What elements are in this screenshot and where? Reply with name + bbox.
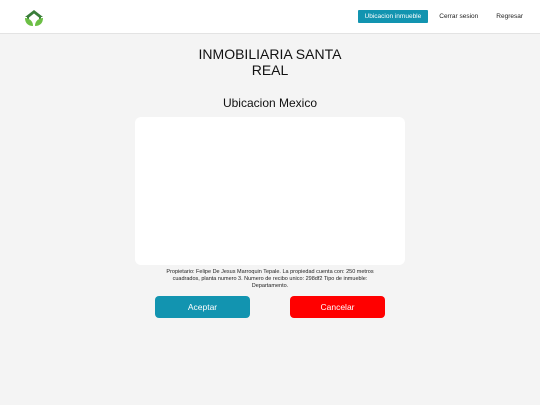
top-navbar: Ubicacion inmueble Cerrar sesion Regresa… — [0, 0, 540, 34]
property-description: Propietario: Felipe De Jesus Marroquin T… — [166, 269, 374, 289]
nav-links: Ubicacion inmueble Cerrar sesion Regresa… — [354, 10, 530, 23]
nav-link-regresar[interactable]: Regresar — [489, 10, 530, 23]
nav-link-cerrar-sesion[interactable]: Cerrar sesion — [432, 10, 485, 23]
accept-button[interactable]: Aceptar — [155, 296, 250, 318]
page-title: INMOBILIARIA SANTA REAL — [0, 46, 540, 78]
map-container[interactable] — [135, 117, 405, 265]
page-title-line-2: REAL — [251, 62, 289, 78]
house-leaf-logo-icon[interactable] — [23, 9, 45, 27]
location-heading: Ubicacion Mexico — [222, 96, 318, 110]
cancel-button[interactable]: Cancelar — [290, 296, 385, 318]
nav-link-ubicacion-inmueble[interactable]: Ubicacion inmueble — [357, 10, 429, 23]
page-title-line-1: INMOBILIARIA SANTA — [198, 46, 342, 62]
